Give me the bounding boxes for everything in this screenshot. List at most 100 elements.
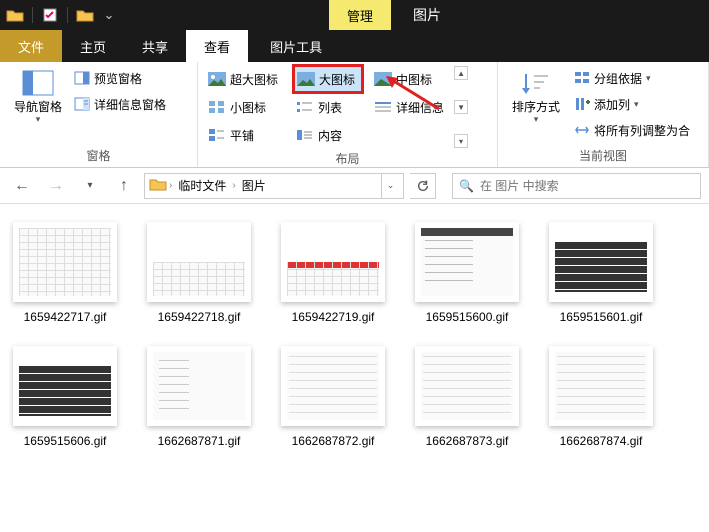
layout-label: 平铺 — [230, 127, 254, 144]
folder-icon[interactable] — [76, 6, 94, 24]
file-item[interactable]: 1659515600.gif — [412, 222, 522, 324]
search-icon: 🔍 — [459, 179, 474, 193]
list-icon — [296, 100, 314, 114]
file-thumbnail — [549, 222, 653, 302]
contextual-tab-manage[interactable]: 管理 — [329, 0, 391, 30]
sort-by-label: 排序方式 — [512, 100, 560, 114]
layout-tiles[interactable]: 平铺 — [206, 122, 284, 148]
group-by-label: 分组依据 — [594, 70, 642, 87]
scroll-expand-icon[interactable]: ▾ — [454, 134, 468, 148]
qat-dropdown-icon[interactable]: ⌄ — [100, 6, 118, 24]
file-item[interactable]: 1662687871.gif — [144, 346, 254, 448]
file-thumbnail — [147, 346, 251, 426]
breadcrumb[interactable]: › 临时文件 › 图片 ⌄ — [144, 173, 404, 199]
file-name-label: 1662687872.gif — [292, 434, 375, 448]
details-pane-icon — [74, 96, 90, 112]
file-item[interactable]: 1662687873.gif — [412, 346, 522, 448]
ribbon-tabs: 文件 主页 共享 查看 图片工具 — [0, 30, 709, 62]
size-columns-label: 将所有列调整为合 — [594, 122, 690, 139]
add-columns-button[interactable]: 添加列 ▾ — [572, 92, 692, 116]
layout-label: 超大图标 — [230, 71, 278, 88]
group-by-button[interactable]: 分组依据 ▾ — [572, 66, 692, 90]
quick-access-toolbar: ⌄ — [0, 0, 124, 30]
folder-icon — [149, 177, 167, 194]
file-thumbnail — [415, 346, 519, 426]
sort-icon — [520, 70, 552, 96]
layout-large[interactable]: 大图标 — [294, 66, 362, 92]
group-layout-label: 布局 — [206, 148, 489, 170]
file-item[interactable]: 1662687872.gif — [278, 346, 388, 448]
tiles-icon — [208, 128, 226, 142]
small-icon — [208, 100, 226, 114]
breadcrumb-history-dropdown[interactable]: ⌄ — [381, 174, 399, 198]
group-panes: 导航窗格 ▾ 预览窗格 详细信息窗格 窗格 — [0, 62, 198, 167]
properties-icon[interactable] — [41, 6, 59, 24]
layout-label: 中图标 — [396, 71, 432, 88]
size-columns-button[interactable]: 将所有列调整为合 — [572, 118, 692, 142]
tab-share[interactable]: 共享 — [124, 30, 186, 62]
group-current-view: 排序方式 ▾ 分组依据 ▾ 添加列 ▾ 将所有列调整为合 — [498, 62, 709, 167]
layout-label: 列表 — [318, 99, 342, 116]
tab-picture-tools[interactable]: 图片工具 — [252, 30, 340, 62]
tab-file[interactable]: 文件 — [0, 30, 62, 62]
details-pane-button[interactable]: 详细信息窗格 — [72, 92, 168, 116]
group-current-view-label: 当前视图 — [506, 145, 700, 167]
file-item[interactable]: 1659422718.gif — [144, 222, 254, 324]
file-item[interactable]: 1659422717.gif — [10, 222, 120, 324]
preview-pane-button[interactable]: 预览窗格 — [72, 66, 168, 90]
scroll-down-icon[interactable]: ▼ — [454, 100, 468, 114]
layout-list[interactable]: 列表 — [294, 94, 362, 120]
layout-label: 大图标 — [319, 71, 355, 88]
details-icon — [374, 100, 392, 114]
layout-label: 详细信息 — [396, 99, 444, 116]
file-thumbnail — [13, 222, 117, 302]
group-panes-label: 窗格 — [8, 145, 189, 167]
file-item[interactable]: 1659422719.gif — [278, 222, 388, 324]
file-name-label: 1659422719.gif — [292, 310, 375, 324]
group-layout: 超大图标 大图标 中图标 小图标 列表 — [198, 62, 498, 167]
tab-view[interactable]: 查看 — [186, 30, 248, 62]
file-item[interactable]: 1659515606.gif — [10, 346, 120, 448]
folder-icon[interactable] — [6, 6, 24, 24]
layout-extra-large[interactable]: 超大图标 — [206, 66, 284, 92]
nav-pane-button[interactable]: 导航窗格 ▾ — [8, 66, 68, 145]
nav-forward-button[interactable]: → — [42, 172, 70, 200]
medium-icon — [374, 72, 392, 86]
breadcrumb-segment[interactable]: 临时文件 — [174, 177, 230, 194]
layout-details[interactable]: 详细信息 — [372, 94, 450, 120]
scroll-up-icon[interactable]: ▲ — [454, 66, 468, 80]
file-item[interactable]: 1662687874.gif — [546, 346, 656, 448]
layout-content[interactable]: 内容 — [294, 122, 362, 148]
details-pane-label: 详细信息窗格 — [94, 96, 166, 113]
nav-back-button[interactable]: ← — [8, 172, 36, 200]
large-icon — [297, 72, 315, 86]
refresh-icon — [416, 179, 430, 193]
chevron-right-icon[interactable]: › — [232, 180, 235, 191]
file-name-label: 1662687874.gif — [560, 434, 643, 448]
chevron-down-icon: ▾ — [534, 114, 539, 125]
chevron-down-icon: ▾ — [36, 114, 41, 125]
file-name-label: 1662687873.gif — [426, 434, 509, 448]
file-item[interactable]: 1659515601.gif — [546, 222, 656, 324]
file-name-label: 1659422717.gif — [24, 310, 107, 324]
layout-small[interactable]: 小图标 — [206, 94, 284, 120]
chevron-right-icon[interactable]: › — [169, 180, 172, 191]
breadcrumb-segment[interactable]: 图片 — [238, 177, 270, 194]
nav-recent-dropdown[interactable]: ▾ — [76, 172, 104, 200]
file-name-label: 1659515606.gif — [24, 434, 107, 448]
file-thumbnail — [415, 222, 519, 302]
sort-by-button[interactable]: 排序方式 ▾ — [506, 66, 566, 145]
search-input[interactable] — [480, 179, 694, 193]
tab-home[interactable]: 主页 — [62, 30, 124, 62]
file-grid: 1659422717.gif 1659422718.gif 1659422719.g… — [0, 204, 709, 466]
layout-gallery-scroll: ▲ ▼ ▾ — [454, 66, 470, 148]
file-thumbnail — [13, 346, 117, 426]
chevron-down-icon: ▾ — [634, 99, 639, 110]
file-name-label: 1659515600.gif — [426, 310, 509, 324]
address-bar: ← → ▾ ↑ › 临时文件 › 图片 ⌄ 🔍 — [0, 168, 709, 204]
nav-up-button[interactable]: ↑ — [110, 172, 138, 200]
refresh-button[interactable] — [410, 173, 436, 199]
search-box[interactable]: 🔍 — [452, 173, 701, 199]
file-thumbnail — [281, 346, 385, 426]
layout-medium[interactable]: 中图标 — [372, 66, 450, 92]
